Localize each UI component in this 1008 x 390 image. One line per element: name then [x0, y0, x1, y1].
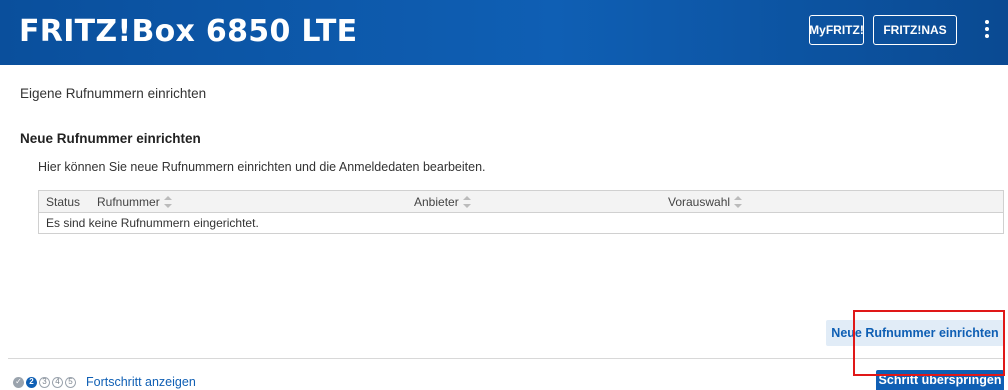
- step-5: 5: [65, 376, 76, 388]
- step-1-done-icon: ✓: [13, 376, 24, 388]
- myfritz-button[interactable]: MyFRITZ!: [809, 15, 864, 45]
- section-title: Neue Rufnummer einrichten: [20, 131, 201, 146]
- column-anbieter[interactable]: Anbieter: [414, 195, 471, 209]
- numbers-table: Status Rufnummer Anbieter Vorauswahl Es …: [38, 190, 1004, 234]
- app-header: FRITZ!Box 6850 LTE MyFRITZ! FRITZ!NAS: [0, 0, 1008, 65]
- new-number-button[interactable]: Neue Rufnummer einrichten: [826, 320, 1004, 346]
- column-vorauswahl[interactable]: Vorauswahl: [668, 195, 743, 209]
- step-3: 3: [39, 376, 50, 388]
- vertical-dots-icon[interactable]: [979, 18, 995, 44]
- step-4: 4: [52, 376, 63, 388]
- sort-icon[interactable]: [163, 196, 172, 208]
- sort-icon[interactable]: [733, 196, 743, 208]
- brand-title: FRITZ!Box 6850 LTE: [19, 14, 358, 49]
- page-title: Eigene Rufnummern einrichten: [20, 86, 207, 101]
- section-description: Hier können Sie neue Rufnummern einricht…: [38, 160, 486, 174]
- skip-step-button[interactable]: Schritt überspringen: [876, 370, 1004, 390]
- sort-icon[interactable]: [462, 196, 471, 208]
- fritznas-button[interactable]: FRITZ!NAS: [873, 15, 957, 45]
- show-progress-link[interactable]: Fortschritt anzeigen: [86, 375, 196, 389]
- table-row-empty: Es sind keine Rufnummern eingerichtet.: [46, 216, 259, 230]
- column-rufnummer[interactable]: Rufnummer: [97, 195, 172, 209]
- footer-divider: [8, 358, 1004, 359]
- table-header: Status Rufnummer Anbieter Vorauswahl: [39, 191, 1003, 213]
- step-2-active: 2: [26, 376, 37, 388]
- column-status: Status: [46, 195, 81, 209]
- progress-steps: ✓ 2 3 4 5 Fortschritt anzeigen: [13, 375, 196, 389]
